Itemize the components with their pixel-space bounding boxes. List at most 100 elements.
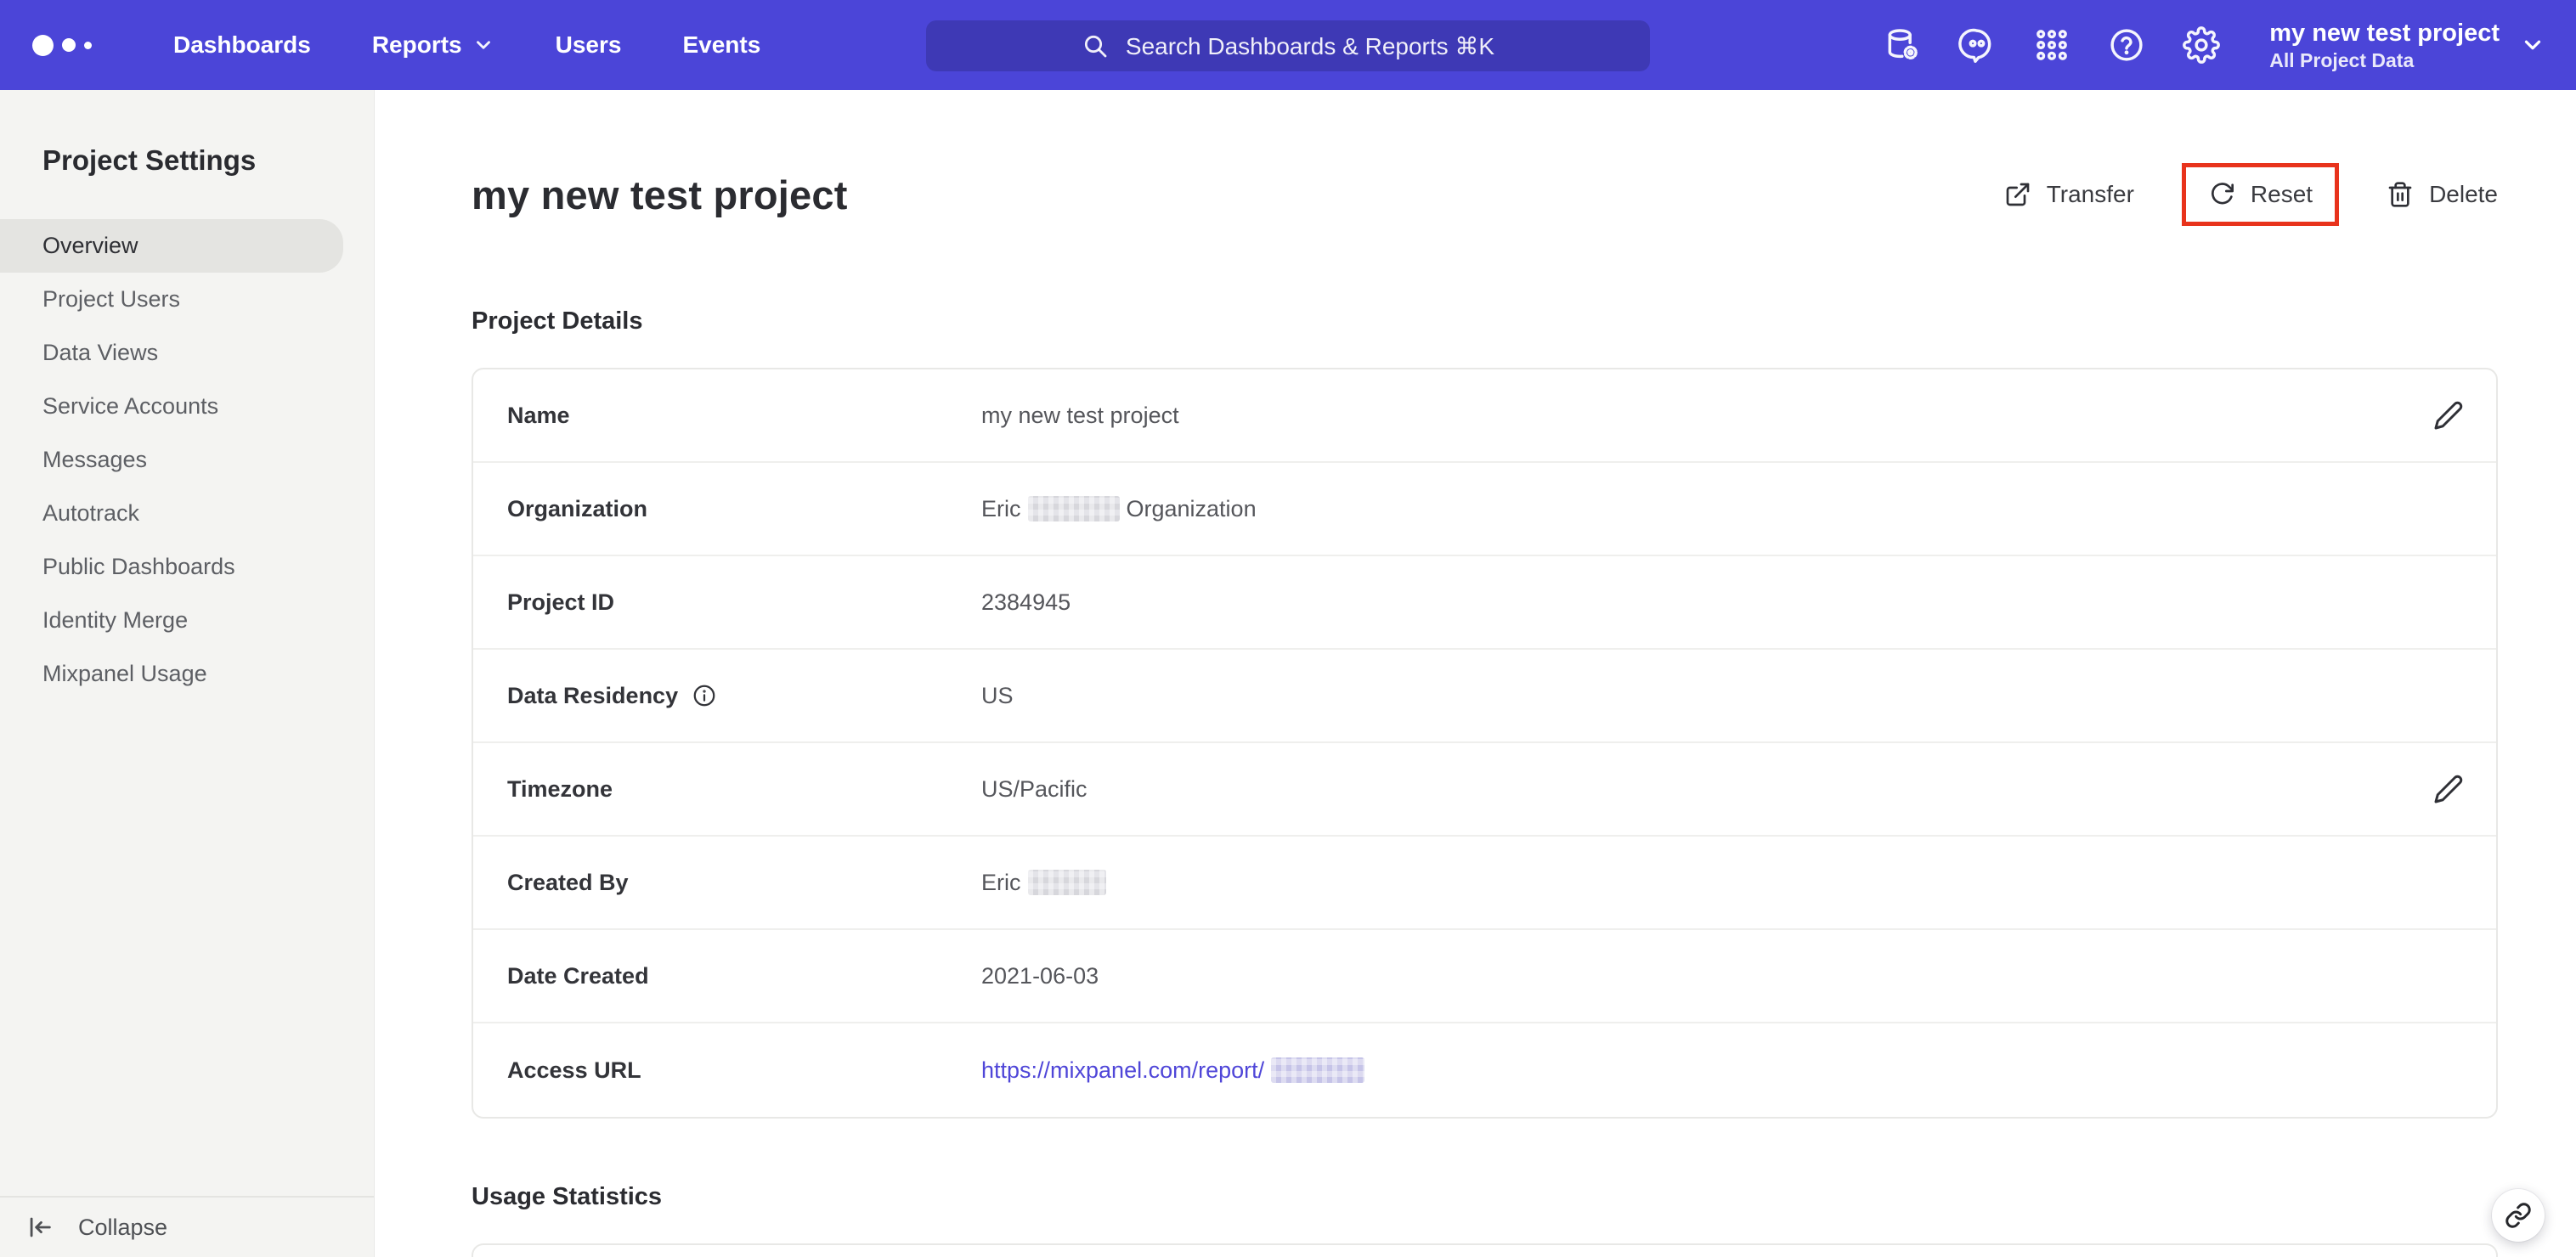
logo-dot — [62, 38, 76, 52]
sidebar-nav-list: Overview Project Users Data Views Servic… — [0, 219, 374, 701]
detail-row-name: Name my new test project — [473, 369, 2496, 463]
logo-dot — [32, 34, 54, 56]
settings-sidebar: Project Settings Overview Project Users … — [0, 90, 375, 1257]
search-placeholder: Search Dashboards & Reports ⌘K — [1125, 32, 1495, 59]
sidebar-item-label: Public Dashboards — [42, 554, 235, 579]
detail-value: 2021-06-03 — [981, 962, 1099, 989]
sidebar-item-label: Project Users — [42, 286, 181, 312]
reset-button[interactable]: Reset — [2208, 181, 2313, 208]
sidebar-item-project-users[interactable]: Project Users — [0, 273, 343, 326]
nav-item-reports[interactable]: Reports — [372, 31, 494, 59]
reset-label: Reset — [2250, 181, 2313, 207]
collapse-label: Collapse — [78, 1214, 168, 1240]
nav-item-label: Events — [682, 31, 761, 58]
detail-value: 2384945 — [981, 589, 1071, 615]
sidebar-item-mixpanel-usage[interactable]: Mixpanel Usage — [0, 647, 343, 701]
data-management-icon[interactable] — [1884, 26, 1921, 64]
info-icon[interactable] — [692, 683, 717, 708]
project-actions: Transfer Reset Delete — [2004, 163, 2498, 226]
sidebar-title: Project Settings — [42, 144, 257, 176]
transfer-button[interactable]: Transfer — [2004, 181, 2134, 208]
chevron-down-icon — [2524, 40, 2541, 50]
search-icon — [1084, 35, 1107, 58]
sidebar-item-label: Messages — [42, 447, 148, 472]
link-icon — [2505, 1203, 2531, 1228]
detail-row-project-id: Project ID 2384945 — [473, 556, 2496, 650]
redacted-text — [1027, 496, 1120, 521]
nav-item-dashboards[interactable]: Dashboards — [173, 31, 311, 59]
detail-row-timezone: Timezone US/Pacific — [473, 743, 2496, 837]
nav-right-cluster: my new test project All Project Data — [1884, 0, 2545, 90]
sidebar-item-data-views[interactable]: Data Views — [0, 326, 343, 380]
sidebar-item-identity-merge[interactable]: Identity Merge — [0, 594, 343, 647]
usage-statistics-heading: Usage Statistics — [472, 1183, 663, 1210]
redacted-text — [1027, 870, 1106, 895]
nav-item-label: Reports — [371, 31, 462, 58]
copy-link-fab-button[interactable] — [2492, 1189, 2545, 1242]
sidebar-item-autotrack[interactable]: Autotrack — [0, 487, 343, 540]
chevron-down-icon — [476, 41, 490, 49]
collapse-sidebar-icon — [30, 1217, 51, 1237]
project-details-heading: Project Details — [472, 307, 643, 335]
delete-button[interactable]: Delete — [2387, 181, 2498, 208]
redacted-text — [1271, 1057, 1365, 1083]
detail-value: US/Pacific — [981, 775, 1087, 802]
detail-value: Organization — [1126, 495, 1257, 521]
nav-item-users[interactable]: Users — [556, 31, 622, 59]
detail-label: Data Residency — [507, 682, 679, 708]
edit-pencil-icon[interactable] — [2433, 400, 2464, 431]
help-icon[interactable] — [2108, 26, 2145, 64]
search-input[interactable]: Search Dashboards & Reports ⌘K — [926, 20, 1650, 71]
sidebar-item-label: Service Accounts — [42, 393, 219, 419]
sidebar-item-messages[interactable]: Messages — [0, 433, 343, 487]
detail-label: Access URL — [507, 1057, 641, 1083]
detail-label: Name — [507, 402, 570, 428]
page-title: my new test project — [472, 172, 848, 217]
sidebar-item-overview[interactable]: Overview — [0, 219, 343, 273]
collapse-sidebar-button[interactable]: Collapse — [0, 1196, 374, 1257]
detail-label: Created By — [507, 869, 629, 895]
nav-item-label: Dashboards — [173, 31, 311, 58]
current-project-scope: All Project Data — [2269, 49, 2415, 71]
sidebar-item-label: Data Views — [42, 340, 159, 365]
detail-label: Organization — [507, 495, 648, 521]
detail-row-date-created: Date Created 2021-06-03 — [473, 930, 2496, 1023]
detail-value: Eric — [981, 869, 1021, 895]
detail-row-organization: Organization Eric Organization — [473, 463, 2496, 556]
top-nav: Dashboards Reports Users Events Search D… — [0, 0, 2576, 90]
feedback-chat-icon[interactable] — [1958, 26, 1996, 64]
logo-dot — [84, 41, 92, 49]
project-details-card: Name my new test project Organization Er… — [472, 368, 2498, 1119]
detail-label: Date Created — [507, 962, 649, 989]
sidebar-item-label: Identity Merge — [42, 607, 189, 633]
detail-row-data-residency: Data Residency US — [473, 650, 2496, 743]
sidebar-item-label: Overview — [42, 233, 138, 258]
sidebar-item-label: Autotrack — [42, 500, 140, 526]
transfer-label: Transfer — [2046, 181, 2134, 207]
detail-row-created-by: Created By Eric — [473, 837, 2496, 930]
main-content: my new test project Transfer Reset Delet… — [375, 90, 2576, 1257]
nav-menu: Dashboards Reports Users Events — [173, 31, 760, 59]
edit-pencil-icon[interactable] — [2433, 774, 2464, 804]
detail-value: my new test project — [981, 402, 1179, 428]
mixpanel-dots-logo[interactable] — [0, 34, 126, 56]
detail-value: US — [981, 682, 1014, 708]
nav-item-events[interactable]: Events — [682, 31, 760, 59]
detail-value: Eric — [981, 495, 1021, 521]
sidebar-item-public-dashboards[interactable]: Public Dashboards — [0, 540, 343, 594]
annotation-reset-highlight: Reset — [2181, 163, 2340, 226]
apps-grid-icon[interactable] — [2033, 26, 2070, 64]
nav-item-label: Users — [555, 31, 622, 58]
trash-icon — [2388, 182, 2412, 207]
rotate-cw-icon — [2211, 183, 2234, 205]
sidebar-item-service-accounts[interactable]: Service Accounts — [0, 380, 343, 433]
current-project-name: my new test project — [2269, 20, 2500, 47]
detail-row-access-url: Access URL https://mixpanel.com/report/ — [473, 1023, 2496, 1117]
sidebar-item-label: Mixpanel Usage — [42, 661, 207, 686]
external-link-icon — [2006, 183, 2030, 206]
access-url-link[interactable]: https://mixpanel.com/report/ — [981, 1057, 1264, 1084]
detail-label: Timezone — [507, 775, 613, 802]
project-switcher[interactable]: my new test project All Project Data — [2269, 18, 2545, 72]
settings-gear-icon[interactable] — [2183, 26, 2221, 64]
usage-statistics-card — [472, 1243, 2498, 1257]
